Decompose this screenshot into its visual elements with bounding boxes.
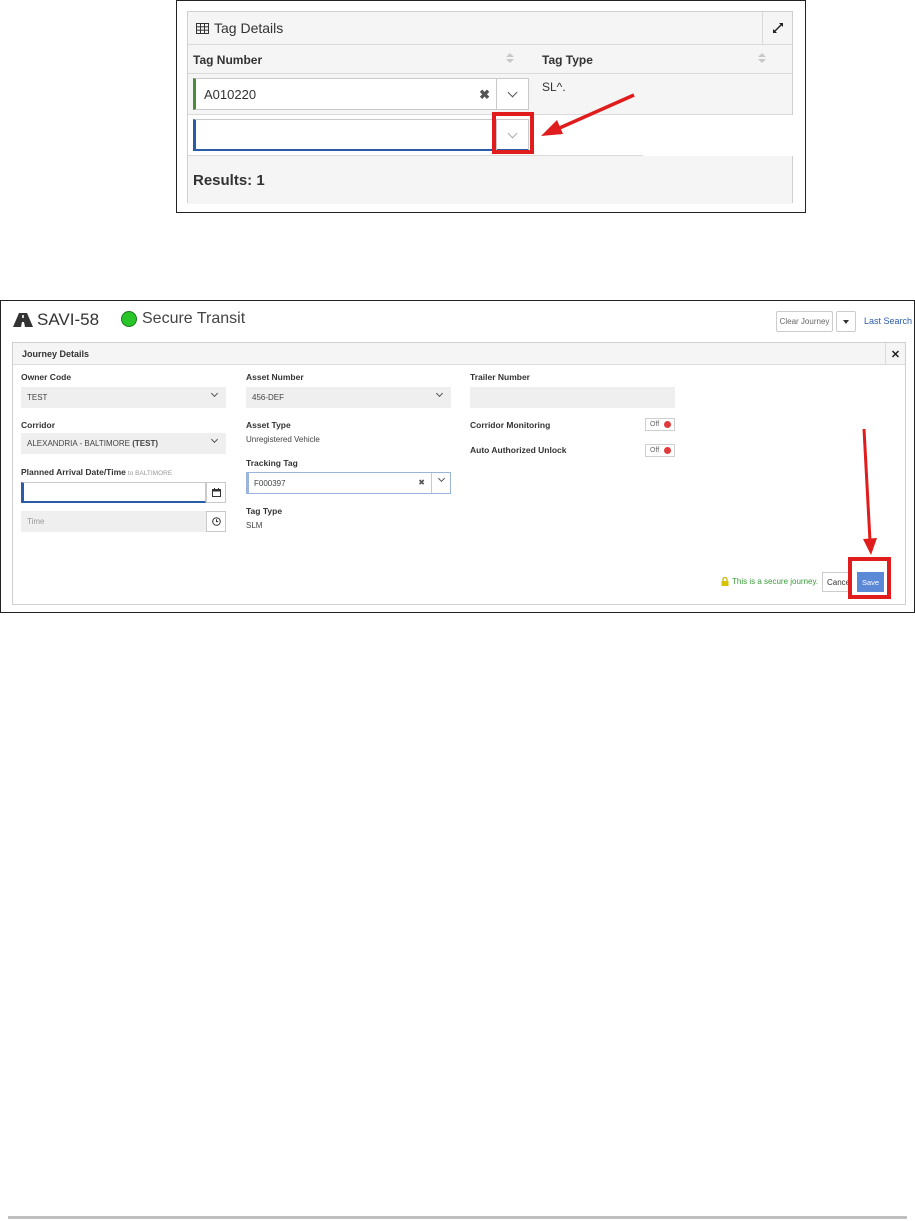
corridor-monitoring-toggle[interactable]: Off <box>645 418 675 431</box>
corridor-value: ALEXANDRIA - BALTIMORE <box>27 439 133 448</box>
panel-title: Journey Details <box>22 348 90 359</box>
clear-journey-caret-button[interactable] <box>836 311 856 332</box>
chevron-down-icon <box>437 474 446 483</box>
tag-type-label: Tag Type <box>246 506 283 516</box>
off-indicator-icon <box>664 421 671 428</box>
chevron-down-icon <box>210 389 219 398</box>
sort-icon[interactable] <box>758 53 766 65</box>
auto-unlock-toggle[interactable]: Off <box>645 444 675 457</box>
tag-details-panel: Tag Details Tag Number Tag Type A010220 … <box>187 11 794 204</box>
table-icon <box>196 22 209 34</box>
last-search-link[interactable]: Last Search <box>864 316 912 326</box>
column-header-tag-type[interactable]: Tag Type <box>542 45 593 74</box>
top-bar: SAVI-58 Secure Transit Clear Journey Las… <box>1 301 914 340</box>
close-icon[interactable]: ✕ <box>885 343 905 365</box>
tag-number-value: A010220 <box>204 86 257 102</box>
highlight-box <box>848 557 891 599</box>
status-text: Secure Transit <box>142 310 246 327</box>
chevron-down-icon <box>507 87 518 97</box>
column-label: Tag Type <box>542 52 593 67</box>
owner-code-value: TEST <box>27 393 48 402</box>
tag-table-header: Tag Number Tag Type <box>188 45 792 74</box>
lock-icon <box>721 577 729 586</box>
status-badge: Secure Transit <box>121 310 245 328</box>
table-row-blank <box>643 115 794 156</box>
status-dot-icon <box>121 311 137 327</box>
planned-arrival-label-text: Planned Arrival Date/Time <box>21 467 126 477</box>
dropdown-button[interactable] <box>431 473 450 493</box>
owner-code-select[interactable]: TEST <box>21 387 226 408</box>
owner-code-label: Owner Code <box>21 372 72 382</box>
planned-arrival-label: Planned Arrival Date/Time to BALTIMORE <box>21 467 172 477</box>
dropdown-button[interactable] <box>496 79 528 109</box>
tag-details-title: Tag Details <box>214 20 284 36</box>
planned-arrival-sub: to BALTIMORE <box>127 470 173 477</box>
asset-type-value: Unregistered Vehicle <box>246 435 320 444</box>
clear-icon[interactable]: ✖ <box>479 87 490 103</box>
calendar-icon <box>211 488 221 497</box>
journey-details-header: Journey Details ✕ <box>13 343 905 365</box>
tag-details-screenshot: Tag Details Tag Number Tag Type A010220 … <box>176 0 806 213</box>
tag-details-header: Tag Details <box>188 12 792 45</box>
road-icon <box>13 313 33 327</box>
chevron-down-icon <box>210 435 219 444</box>
expand-icon[interactable] <box>762 12 792 44</box>
clock-icon <box>211 517 221 526</box>
tag-type-value: SLM <box>246 521 263 530</box>
secure-note-text: This is a secure journey. <box>732 577 819 586</box>
asset-number-value: 456-DEF <box>252 393 285 402</box>
auto-unlock-label: Auto Authorized Unlock <box>470 445 567 455</box>
asset-type-label: Asset Type <box>246 420 291 430</box>
clear-journey-button[interactable]: Clear Journey <box>776 311 833 332</box>
clear-icon[interactable]: ✖ <box>418 478 425 487</box>
trailer-number-label: Trailer Number <box>470 372 530 382</box>
results-count: Results: 1 <box>188 156 792 204</box>
toggle-state: Off <box>650 421 660 428</box>
corridor-value-bold: (TEST) <box>132 439 158 448</box>
asset-number-label: Asset Number <box>246 372 304 382</box>
off-indicator-icon <box>664 447 671 454</box>
journey-details-panel: Journey Details ✕ Owner Code TEST Corrid… <box>12 342 906 605</box>
red-arrow-icon <box>541 93 635 136</box>
arrival-date-input[interactable] <box>21 482 206 503</box>
secure-journey-note: This is a secure journey. <box>721 577 818 586</box>
column-label: Tag Number <box>193 52 263 67</box>
red-arrow-icon <box>862 428 877 555</box>
asset-number-select[interactable]: 456-DEF <box>246 387 451 408</box>
highlight-box <box>492 112 534 154</box>
chevron-down-icon <box>435 389 444 398</box>
corridor-select[interactable]: ALEXANDRIA - BALTIMORE (TEST) <box>21 433 226 454</box>
tracking-tag-label: Tracking Tag <box>246 458 298 468</box>
calendar-button[interactable] <box>206 482 226 503</box>
new-tag-number-select[interactable] <box>193 119 529 151</box>
sort-icon[interactable] <box>506 53 514 65</box>
caret-down-icon <box>843 319 849 324</box>
app-title-text: SAVI-58 <box>37 310 100 329</box>
table-row: A010220 ✖ SL^. <box>188 74 792 115</box>
clock-button[interactable] <box>206 511 226 532</box>
toggle-state: Off <box>650 447 660 454</box>
corridor-monitoring-label: Corridor Monitoring <box>470 420 551 430</box>
journey-screenshot: SAVI-58 Secure Transit Clear Journey Las… <box>0 300 915 613</box>
trailer-number-input[interactable] <box>470 387 675 408</box>
column-header-tag-number[interactable]: Tag Number <box>193 45 262 74</box>
tracking-tag-value: F000397 <box>254 478 286 488</box>
tag-number-select[interactable]: A010220 ✖ <box>193 78 529 110</box>
arrival-time-input[interactable]: Time <box>21 511 206 532</box>
corridor-label: Corridor <box>21 420 55 430</box>
tracking-tag-select[interactable]: F000397 ✖ <box>246 472 451 494</box>
app-title: SAVI-58 <box>13 310 99 330</box>
page-bottom-rule <box>8 1216 907 1219</box>
